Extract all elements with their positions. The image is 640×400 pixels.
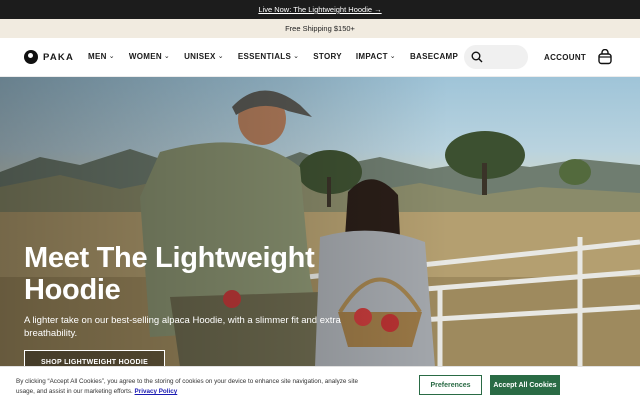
nav-item-women[interactable]: WOMEN ⌄ (129, 52, 170, 61)
announcement-link[interactable]: Live Now: The Lightweight Hoodie → (258, 5, 381, 14)
cookie-message: By clicking “Accept All Cookies”, you ag… (16, 377, 366, 397)
shipping-bar: Free Shipping $150+ (0, 19, 640, 38)
cart-button[interactable] (597, 48, 613, 70)
brand-name: PAKA (43, 51, 75, 63)
nav-label: ESSENTIALS (237, 52, 292, 61)
nav-item-essentials[interactable]: ESSENTIALS ⌄ (238, 52, 299, 61)
paka-logo-icon (24, 50, 38, 64)
nav-item-men[interactable]: MEN ⌄ (88, 52, 115, 61)
announcement-bar: Live Now: The Lightweight Hoodie → (0, 0, 640, 19)
chevron-down-icon: ⌄ (163, 52, 171, 60)
cart-icon (598, 48, 612, 65)
shipping-text: Free Shipping $150+ (285, 24, 355, 33)
nav-label: BASECAMP (409, 52, 459, 61)
chevron-down-icon: ⌄ (108, 52, 115, 60)
nav-label: WOMEN (128, 52, 162, 61)
privacy-policy-link[interactable]: Privacy Policy (135, 388, 178, 395)
hero-banner: Meet The Lightweight Hoodie A lighter ta… (0, 77, 640, 367)
cookie-message-text: By clicking “Accept All Cookies”, you ag… (16, 378, 358, 395)
nav-label: STORY (313, 52, 342, 61)
hero-title: Meet The Lightweight Hoodie (24, 242, 315, 306)
chevron-down-icon: ⌄ (293, 52, 300, 60)
nav-item-basecamp[interactable]: BASECAMP (410, 52, 458, 61)
cookie-preferences-button[interactable]: Preferences (419, 375, 482, 395)
main-nav: MEN ⌄ WOMEN ⌄ UNISEX ⌄ ESSENTIALS ⌄ STORY IM… (88, 52, 458, 61)
nav-item-unisex[interactable]: UNISEX ⌄ (184, 52, 224, 61)
nav-label: UNISEX (184, 52, 216, 61)
nav-item-impact[interactable]: IMPACT ⌄ (356, 52, 396, 61)
nav-label: IMPACT (355, 52, 388, 61)
site-header: PAKA MEN ⌄ WOMEN ⌄ UNISEX ⌄ ESSENTIALS ⌄ STO… (0, 38, 640, 77)
cookie-banner: By clicking “Accept All Cookies”, you ag… (0, 366, 640, 400)
nav-item-story[interactable]: STORY (313, 52, 342, 61)
chevron-down-icon: ⌄ (217, 52, 224, 60)
chevron-down-icon: ⌄ (389, 52, 396, 60)
accept-all-cookies-button[interactable]: Accept All Cookies (490, 375, 560, 395)
brand-logo[interactable]: PAKA (24, 50, 74, 64)
nav-label: MEN (88, 52, 107, 61)
hero-subtitle: A lighter take on our best-selling alpac… (24, 315, 341, 339)
search-icon (471, 51, 483, 63)
search-button[interactable] (464, 45, 528, 69)
account-link[interactable]: ACCOUNT (544, 53, 586, 62)
shop-lightweight-hoodie-button[interactable]: SHOP LIGHTWEIGHT HOODIE (24, 350, 165, 367)
